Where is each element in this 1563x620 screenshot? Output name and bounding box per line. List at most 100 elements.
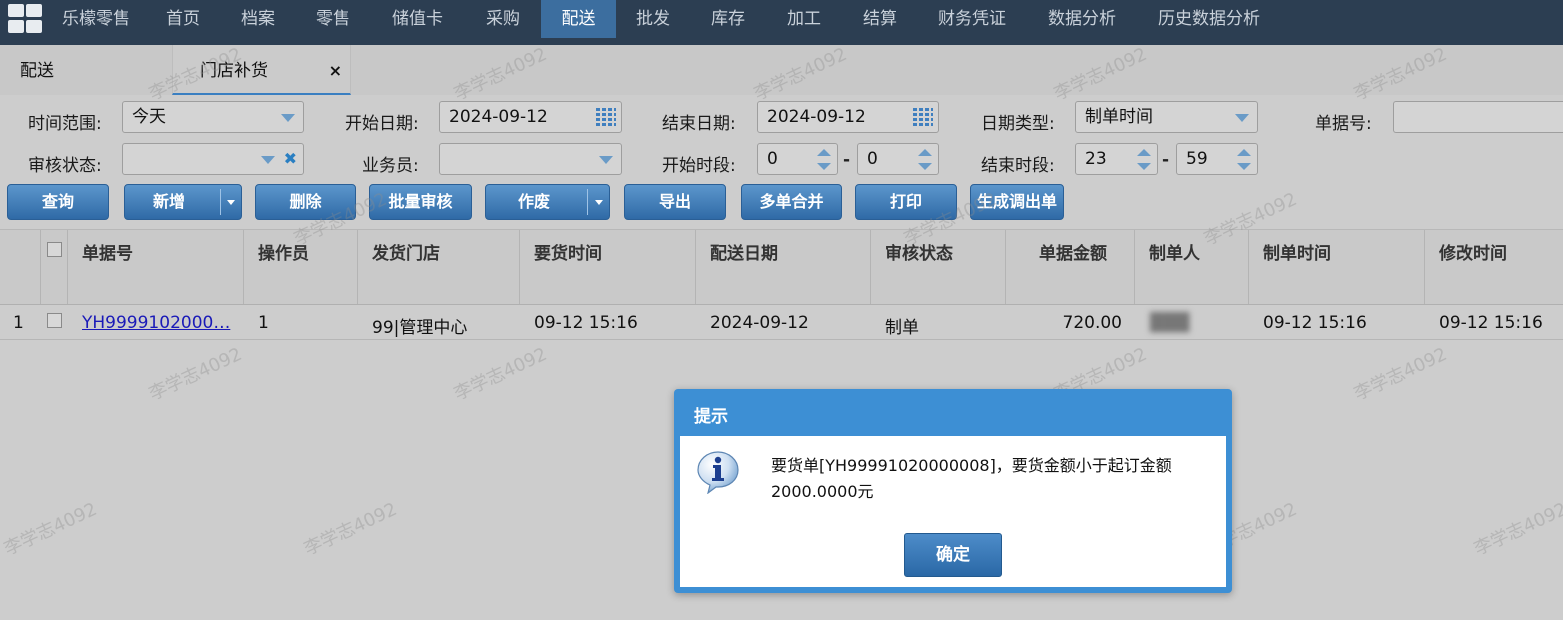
th-index — [0, 230, 41, 304]
spin-up-icon[interactable] — [918, 149, 932, 156]
merge-orders-button[interactable]: 多单合并 — [741, 184, 842, 220]
dialog-body: 要货单[YH99991020000008]，要货金额小于起订金额2000.000… — [680, 436, 1226, 587]
spin-down-icon[interactable] — [817, 163, 831, 170]
end-period-hour-value: 23 — [1085, 149, 1107, 169]
cell-delivery-date: 2024-09-12 — [710, 313, 809, 333]
chevron-down-icon — [281, 114, 295, 122]
app-grid-icon[interactable] — [6, 2, 44, 34]
spin-up-icon[interactable] — [817, 149, 831, 156]
nav-home[interactable]: 首页 — [166, 0, 200, 38]
nav-data-analysis[interactable]: 数据分析 — [1048, 0, 1116, 38]
void-button[interactable]: 作废 — [485, 184, 610, 220]
end-period-hour[interactable]: 23 — [1075, 143, 1158, 175]
select-all-checkbox[interactable] — [47, 242, 62, 257]
ok-button[interactable]: 确定 — [904, 533, 1002, 577]
date-type-value: 制单时间 — [1085, 107, 1153, 127]
row-checkbox[interactable] — [47, 313, 62, 328]
query-button[interactable]: 查询 — [7, 184, 109, 220]
clear-icon[interactable]: ✖ — [284, 144, 297, 174]
nav-processing[interactable]: 加工 — [787, 0, 821, 38]
nav-history-analysis[interactable]: 历史数据分析 — [1158, 0, 1260, 38]
nav-inventory[interactable]: 库存 — [711, 0, 745, 38]
calendar-icon[interactable] — [913, 108, 933, 126]
period-dash: - — [1162, 150, 1170, 170]
add-button-label: 新增 — [153, 192, 186, 211]
cell-request-time: 09-12 15:16 — [534, 313, 638, 333]
end-date-label: 结束日期: — [662, 114, 736, 134]
row-index: 1 — [13, 313, 24, 333]
cell-modified-time: 09-12 15:16 — [1439, 313, 1543, 333]
doc-no-label: 单据号: — [1315, 114, 1372, 134]
watermark: 李学志4092 — [1350, 343, 1451, 405]
watermark: 李学志4092 — [145, 343, 246, 405]
chevron-down-icon — [599, 156, 613, 164]
nav-purchase[interactable]: 采购 — [486, 0, 520, 38]
cell-audit-status: 制单 — [885, 318, 919, 338]
start-period-minute[interactable]: 0 — [857, 143, 939, 175]
void-button-label: 作废 — [518, 192, 551, 211]
nav-settlement[interactable]: 结算 — [863, 0, 897, 38]
date-type-label: 日期类型: — [981, 114, 1055, 134]
start-period-hour-value: 0 — [767, 149, 778, 169]
cell-amount: 720.00 — [1062, 313, 1122, 333]
calendar-icon[interactable] — [596, 108, 616, 126]
info-icon — [697, 451, 739, 494]
time-range-select[interactable]: 今天 — [122, 101, 304, 133]
spin-down-icon[interactable] — [1137, 163, 1151, 170]
th-amount[interactable]: 单据金额 — [1006, 230, 1135, 304]
spin-down-icon[interactable] — [918, 163, 932, 170]
alert-dialog: 提示 要货单[YH99991020000008]，要货金额小于起订金额2000.… — [674, 389, 1232, 593]
nav-delivery[interactable]: 配送 — [541, 0, 616, 38]
chevron-down-icon — [261, 156, 275, 164]
spin-down-icon[interactable] — [1237, 163, 1251, 170]
spin-up-icon[interactable] — [1137, 149, 1151, 156]
start-date-label: 开始日期: — [345, 114, 419, 134]
salesman-label: 业务员: — [362, 156, 419, 176]
table-header: 单据号 操作员 发货门店 要货时间 配送日期 审核状态 单据金额 制单人 制单时… — [0, 229, 1563, 305]
nav-brand[interactable]: 乐檬零售 — [62, 0, 130, 38]
cell-ship-store: 99|管理中心 — [372, 318, 468, 338]
chevron-down-icon — [1235, 114, 1249, 122]
th-audit-status[interactable]: 审核状态 — [871, 230, 1006, 304]
time-range-value: 今天 — [132, 107, 166, 127]
nav-wholesale[interactable]: 批发 — [636, 0, 670, 38]
tab-delivery[interactable]: 配送 — [20, 45, 54, 93]
start-period-hour[interactable]: 0 — [757, 143, 838, 175]
start-date-input[interactable]: 2024-09-12 — [439, 101, 622, 133]
split-divider — [220, 189, 221, 215]
th-ship-store[interactable]: 发货门店 — [358, 230, 520, 304]
start-period-minute-value: 0 — [867, 149, 878, 169]
cell-creator: ███ — [1150, 313, 1190, 333]
th-request-time[interactable]: 要货时间 — [520, 230, 696, 304]
th-modified-time[interactable]: 修改时间 — [1425, 230, 1563, 304]
export-button[interactable]: 导出 — [624, 184, 726, 220]
caret-down-icon[interactable] — [595, 200, 603, 205]
th-created-time[interactable]: 制单时间 — [1249, 230, 1425, 304]
start-period-label: 开始时段: — [662, 156, 736, 176]
cell-operator: 1 — [258, 313, 269, 333]
nav-finance-voucher[interactable]: 财务凭证 — [938, 0, 1006, 38]
doc-no-link[interactable]: YH9999102000… — [82, 313, 230, 333]
doc-no-input[interactable] — [1393, 101, 1563, 133]
period-dash: - — [843, 150, 851, 170]
caret-down-icon[interactable] — [227, 200, 235, 205]
date-type-select[interactable]: 制单时间 — [1075, 101, 1258, 133]
th-delivery-date[interactable]: 配送日期 — [696, 230, 871, 304]
nav-stored-value-card[interactable]: 储值卡 — [392, 0, 443, 38]
close-icon[interactable]: × — [329, 45, 342, 97]
audit-status-select[interactable]: ✖ — [122, 143, 304, 175]
end-period-minute[interactable]: 59 — [1176, 143, 1258, 175]
th-creator[interactable]: 制单人 — [1135, 230, 1249, 304]
start-date-value: 2024-09-12 — [449, 107, 548, 127]
end-date-input[interactable]: 2024-09-12 — [757, 101, 939, 133]
spin-up-icon[interactable] — [1237, 149, 1251, 156]
nav-retail[interactable]: 零售 — [316, 0, 350, 38]
top-nav: 乐檬零售 首页 档案 零售 储值卡 采购 配送 批发 库存 加工 结算 财务凭证… — [0, 0, 1563, 45]
table-row[interactable]: 1 YH9999102000… 1 99|管理中心 09-12 15:16 20… — [0, 304, 1563, 340]
th-doc-no[interactable]: 单据号 — [68, 230, 244, 304]
nav-archive[interactable]: 档案 — [241, 0, 275, 38]
add-button[interactable]: 新增 — [124, 184, 242, 220]
salesman-select[interactable] — [439, 143, 622, 175]
watermark: 李学志4092 — [300, 498, 401, 560]
end-date-value: 2024-09-12 — [767, 107, 866, 127]
